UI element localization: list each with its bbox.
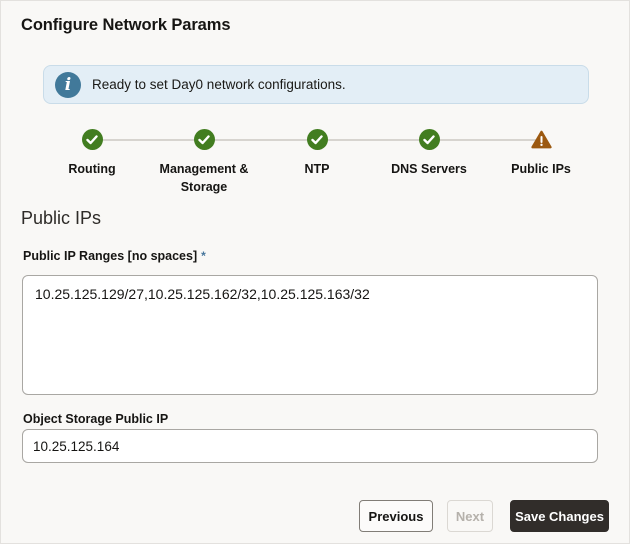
check-circle-icon bbox=[81, 129, 103, 150]
step-dns-servers[interactable]: DNS Servers bbox=[373, 129, 485, 178]
public-ip-ranges-label-text: Public IP Ranges [no spaces] bbox=[23, 249, 198, 263]
step-label: Public IPs bbox=[511, 162, 571, 176]
object-storage-ip-input[interactable] bbox=[22, 429, 598, 463]
check-circle-icon bbox=[306, 129, 328, 150]
next-button[interactable]: Next bbox=[447, 500, 493, 532]
public-ip-ranges-label: Public IP Ranges [no spaces] * bbox=[23, 249, 206, 263]
required-asterisk: * bbox=[201, 249, 206, 263]
page-title: Configure Network Params bbox=[21, 16, 231, 34]
step-management-storage[interactable]: Management & Storage bbox=[148, 129, 260, 196]
step-ntp[interactable]: NTP bbox=[261, 129, 373, 178]
section-heading: Public IPs bbox=[21, 208, 102, 228]
step-routing[interactable]: Routing bbox=[36, 129, 148, 178]
warning-triangle-icon bbox=[530, 129, 552, 150]
info-banner-message: Ready to set Day0 network configurations… bbox=[92, 77, 346, 92]
step-label: NTP bbox=[304, 162, 330, 176]
check-circle-icon bbox=[418, 129, 440, 150]
step-public-ips[interactable]: Public IPs bbox=[485, 129, 597, 178]
step-label: Management & Storage bbox=[159, 162, 249, 195]
check-circle-icon bbox=[193, 129, 215, 150]
previous-button[interactable]: Previous bbox=[359, 500, 433, 532]
object-storage-ip-label: Object Storage Public IP bbox=[23, 412, 169, 426]
step-label: DNS Servers bbox=[391, 162, 467, 176]
stepper: Routing Management & Storage NTP DNS Ser… bbox=[1, 129, 630, 201]
info-icon: i bbox=[55, 71, 81, 98]
step-label: Routing bbox=[68, 162, 116, 176]
save-changes-button[interactable]: Save Changes bbox=[510, 500, 609, 532]
public-ip-ranges-textarea[interactable]: 10.25.125.129/27,10.25.125.162/32,10.25.… bbox=[22, 275, 598, 395]
info-banner: i Ready to set Day0 network configuratio… bbox=[43, 65, 589, 104]
